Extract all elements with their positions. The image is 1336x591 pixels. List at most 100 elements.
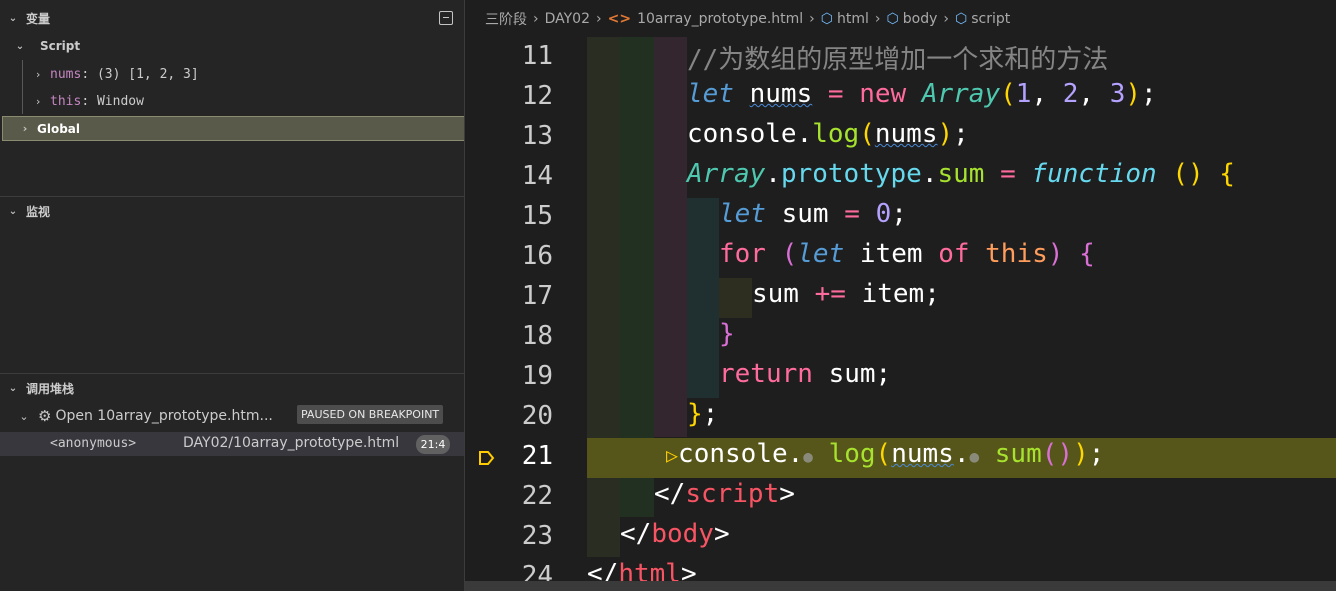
punct: , [1031,79,1063,109]
bracket: ( [859,119,875,149]
divider [0,373,465,374]
keyword: of [938,239,970,269]
horizontal-scrollbar[interactable] [465,581,1336,591]
chevron-down-icon: ⌄ [15,40,25,52]
code-line-21: ▷console.● log(nums.● sum()); [666,439,1104,469]
variable-value: Window [96,93,144,109]
element-cube-icon: ⬡ [820,10,834,27]
line-number-current: 21 [521,441,553,471]
indent-guide [587,37,620,557]
code-line-18: } [719,319,735,349]
callstack-section-header[interactable]: ⌄ 调用堆栈 [0,376,465,400]
line-number: 11 [521,41,553,71]
code-line-17: sum += item; [752,279,940,309]
punct: . [765,159,781,189]
punct: ; [953,119,969,149]
line-number: 23 [521,521,553,551]
chevron-down-icon: ⌄ [8,382,18,394]
line-number: 13 [521,121,553,151]
identifier: item [861,279,925,309]
identifier: sum [781,199,829,229]
function-name: log [812,119,860,149]
identifier: nums [891,439,954,469]
punct: . [796,119,813,149]
punct: ; [1088,439,1105,469]
keyword: this [985,239,1048,269]
collapse-all-icon[interactable] [439,11,453,25]
identifier: console [687,119,797,149]
inline-breakpoint-dot-icon[interactable]: ● [969,447,979,466]
scope-script-label: Script [40,39,81,53]
scope-script[interactable]: ⌄ Script [0,34,465,58]
identifier: item [859,239,923,269]
code-line-15: let sum = 0; [719,199,907,229]
tree-guide [22,60,23,114]
bracket: } [719,319,735,349]
bracket: ( [875,439,892,469]
chevron-down-icon: ⌄ [8,205,18,217]
variable-this[interactable]: › this : Window [30,89,144,113]
bracket: ( [1000,79,1016,109]
breadcrumb-item[interactable]: DAY02 [545,11,590,27]
variable-nums[interactable]: › nums : (3) [1, 2, 3] [30,62,199,86]
punct: </ [620,519,652,549]
code-line-19: return sum; [719,359,891,389]
paused-badge: PAUSED ON BREAKPOINT [297,405,444,424]
tag-name: body [651,519,714,549]
stack-frame-position: 21:4 [416,435,450,454]
chevron-right-icon: › [22,122,28,135]
line-number: 17 [521,281,553,311]
line-number: 20 [521,401,553,431]
stack-frame-row[interactable]: <anonymous> DAY02/10array_prototype.html [0,432,465,456]
bug-icon: ⚙ [38,407,52,425]
keyword: let [719,199,766,229]
breadcrumb-item[interactable]: body [903,11,938,27]
indent-guide [687,198,719,398]
chevron-right-icon: › [34,94,42,108]
keyword: return [719,359,813,389]
punct: . [921,159,938,189]
breadcrumb-item[interactable]: 10array_prototype.html [637,11,803,27]
html-file-icon: <> [607,10,632,27]
class-name: Array [687,159,766,189]
function-name: sum [994,439,1042,469]
code-line-16: for (let item of this) { [719,239,1095,269]
scope-global[interactable]: › Global [2,116,465,141]
chevron-right-icon: › [809,10,815,27]
number: 2 [1062,79,1079,109]
breadcrumb-item[interactable]: script [971,11,1010,27]
chevron-down-icon: ⌄ [19,409,29,423]
stack-frame-name: <anonymous> [50,436,137,451]
operator: = [1000,159,1016,189]
variables-section-header[interactable]: ⌄ 变量 [0,6,465,30]
chevron-right-icon: › [874,10,881,27]
scope-global-label: Global [37,121,81,136]
property: prototype [780,159,922,189]
chevron-right-icon: › [596,10,602,27]
chevron-right-icon: › [943,10,949,27]
code-line-20: }; [687,399,718,429]
variables-title: 变量 [26,11,51,26]
function-name: sum [937,159,985,189]
inline-breakpoint-icon[interactable]: ▷ [666,443,678,467]
keyword: new [859,79,907,109]
code-editor[interactable]: 11 12 13 14 15 16 17 18 19 20 21 22 23 2… [465,37,1336,591]
breadcrumb-item[interactable]: 三阶段 [485,9,527,29]
bracket: } [687,399,703,429]
breadcrumb-item[interactable]: html [837,11,869,27]
variable-name: nums [50,66,82,82]
bracket: ) [1125,79,1142,109]
identifier: sum [752,279,799,309]
line-number: 18 [521,321,553,351]
operator: = [827,79,844,109]
identifier: nums [749,79,813,109]
inline-breakpoint-dot-icon[interactable]: ● [803,447,813,466]
line-number: 15 [521,201,553,231]
keyword: function [1031,159,1157,189]
punct: ; [1141,79,1157,109]
watch-section-header[interactable]: ⌄ 监视 [0,199,465,223]
line-number: 19 [521,361,553,391]
punct: ; [702,399,719,429]
debug-sidebar: ⌄ 变量 ⌄ Script › nums : (3) [1, 2, 3] › t… [0,0,465,591]
identifier: console [678,439,788,469]
